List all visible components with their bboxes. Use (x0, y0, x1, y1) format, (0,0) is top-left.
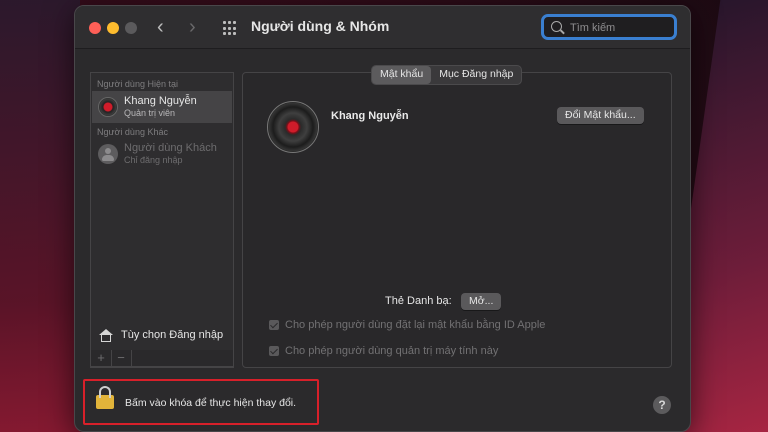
checkbox-icon (269, 346, 279, 356)
tab-bar: Mật khẩu Mục Đăng nhập (371, 65, 523, 85)
zoom-button[interactable] (125, 22, 137, 34)
login-options-label: Tùy chọn Đăng nhập (121, 329, 224, 341)
home-icon (99, 329, 113, 342)
current-users-header: Người dùng Hiện tại (97, 79, 178, 89)
sidebar-item-guest-user[interactable]: Người dùng Khách Chỉ đăng nhập (92, 138, 232, 170)
guest-name: Người dùng Khách (124, 142, 217, 154)
contacts-card-label: Thẻ Danh bạ: (385, 295, 452, 307)
detail-user-name: Khang Nguyễn (331, 110, 409, 122)
wallpaper-left (0, 0, 80, 432)
user-avatar (98, 97, 118, 117)
titlebar: ‹ › Người dùng & Nhóm (75, 6, 690, 49)
search-icon (551, 21, 562, 32)
tab-login-items[interactable]: Mục Đăng nhập (431, 66, 521, 84)
window-title: Người dùng & Nhóm (251, 18, 390, 34)
forward-icon[interactable]: › (189, 15, 196, 39)
search-field[interactable] (541, 14, 677, 40)
other-users-header: Người dùng Khác (97, 127, 168, 137)
change-password-button[interactable]: Đổi Mật khẩu... (557, 107, 644, 124)
user-name: Khang Nguyễn (124, 95, 197, 107)
remove-user-button[interactable]: − (111, 350, 132, 366)
sidebar-item-current-user[interactable]: Khang Nguyễn Quản trị viên (92, 91, 232, 123)
help-icon[interactable]: ? (653, 396, 671, 414)
grid-icon[interactable] (223, 21, 238, 36)
login-options-item[interactable]: Tùy chọn Đăng nhập (91, 323, 233, 349)
add-remove-bar: + − (90, 350, 234, 367)
tab-password[interactable]: Mật khẩu (372, 66, 432, 84)
allow-reset-label: Cho phép người dùng đặt lại mật khẩu bằn… (285, 319, 546, 331)
close-button[interactable] (89, 22, 101, 34)
back-icon[interactable]: ‹ (157, 15, 164, 39)
lock-icon[interactable] (96, 386, 114, 409)
user-detail-panel: Mật khẩu Mục Đăng nhập Khang Nguyễn Đổi … (242, 65, 672, 368)
checkbox-icon (269, 320, 279, 330)
lock-text: Bấm vào khóa để thực hiện thay đổi. (125, 397, 297, 409)
guest-role: Chỉ đăng nhập (124, 155, 183, 165)
users-sidebar: Người dùng Hiện tại Khang Nguyễn Quản tr… (90, 72, 234, 368)
minimize-button[interactable] (107, 22, 119, 34)
users-groups-window: ‹ › Người dùng & Nhóm Người dùng Hiện tạ… (74, 5, 691, 432)
search-input[interactable] (568, 18, 672, 38)
allow-admin-label: Cho phép người dùng quản trị máy tính nà… (285, 345, 499, 357)
lock-highlight[interactable]: Bấm vào khóa để thực hiện thay đổi. (83, 379, 319, 425)
user-picture[interactable] (267, 101, 319, 153)
guest-avatar-icon (98, 144, 118, 164)
add-user-button[interactable]: + (91, 350, 112, 366)
open-contacts-button[interactable]: Mở... (461, 293, 502, 310)
user-role: Quản trị viên (124, 108, 176, 118)
